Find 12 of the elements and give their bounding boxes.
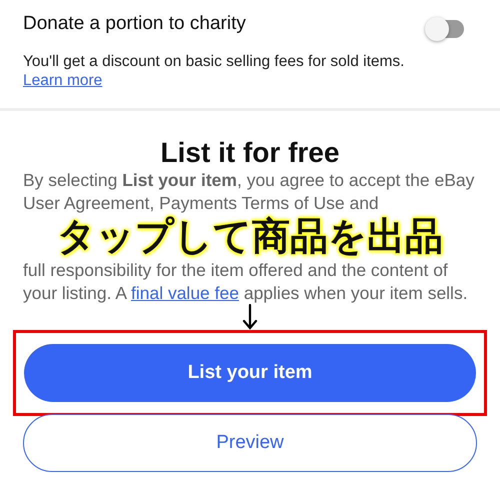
down-arrow-icon bbox=[242, 304, 258, 330]
final-value-fee-link[interactable]: final value fee bbox=[130, 282, 239, 302]
terms-text: By selecting List your item, you agree to accept the eBay User Agreement, Payments Terms of Use and bbox=[23, 169, 476, 214]
list-item-button[interactable]: List your item bbox=[24, 344, 476, 402]
preview-button[interactable]: Preview bbox=[23, 414, 477, 472]
learn-more-link[interactable]: Learn more bbox=[23, 72, 102, 89]
charity-toggle[interactable] bbox=[428, 20, 464, 38]
annotation-text: タップして商品を出品 bbox=[57, 214, 443, 259]
section-title: List it for free bbox=[160, 137, 340, 169]
charity-label: Donate a portion to charity bbox=[23, 13, 246, 35]
terms-text: full responsibility for the item offered and the content of your listing. A final value fee applies when your item sells. bbox=[23, 259, 469, 304]
discount-text: You'll get a discount on basic selling fees for sold items. Learn more bbox=[23, 52, 406, 90]
